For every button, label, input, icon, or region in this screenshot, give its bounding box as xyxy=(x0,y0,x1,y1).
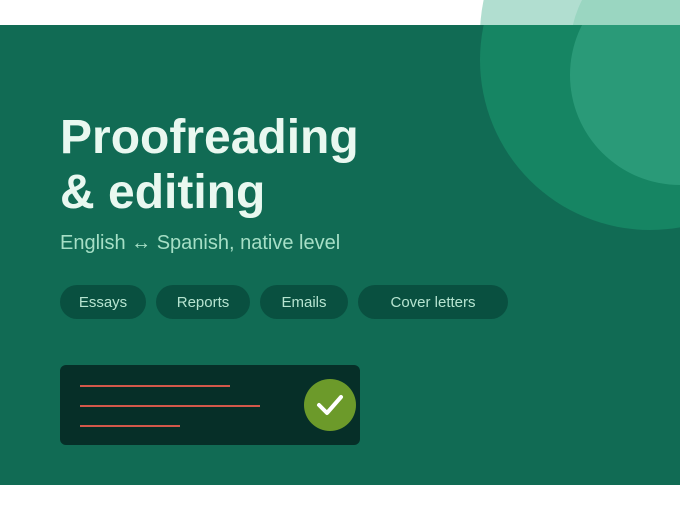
hero-title-line-1: Proofreading xyxy=(60,111,359,164)
hero-title-line-2: & editing xyxy=(60,166,266,219)
text-line xyxy=(80,425,180,427)
service-tags: Essays Reports Emails Cover letters xyxy=(60,285,508,319)
top-strip xyxy=(0,0,680,25)
decorative-circle-inner xyxy=(570,0,680,25)
tag-cover-letters[interactable]: Cover letters xyxy=(358,285,508,319)
document-card xyxy=(60,365,360,445)
hero-subtitle: English ↔ Spanish, native level xyxy=(60,232,341,254)
text-line xyxy=(80,385,230,387)
check-icon-glyph xyxy=(317,395,343,415)
check-icon xyxy=(304,379,356,431)
text-line xyxy=(80,405,260,407)
tag-emails[interactable]: Emails xyxy=(260,285,348,319)
tag-essays[interactable]: Essays xyxy=(60,285,146,319)
hero-title: Proofreading & editing xyxy=(60,110,359,220)
hero-banner: Proofreading & editing English ↔ Spanish… xyxy=(0,25,680,485)
tag-reports[interactable]: Reports xyxy=(156,285,250,319)
